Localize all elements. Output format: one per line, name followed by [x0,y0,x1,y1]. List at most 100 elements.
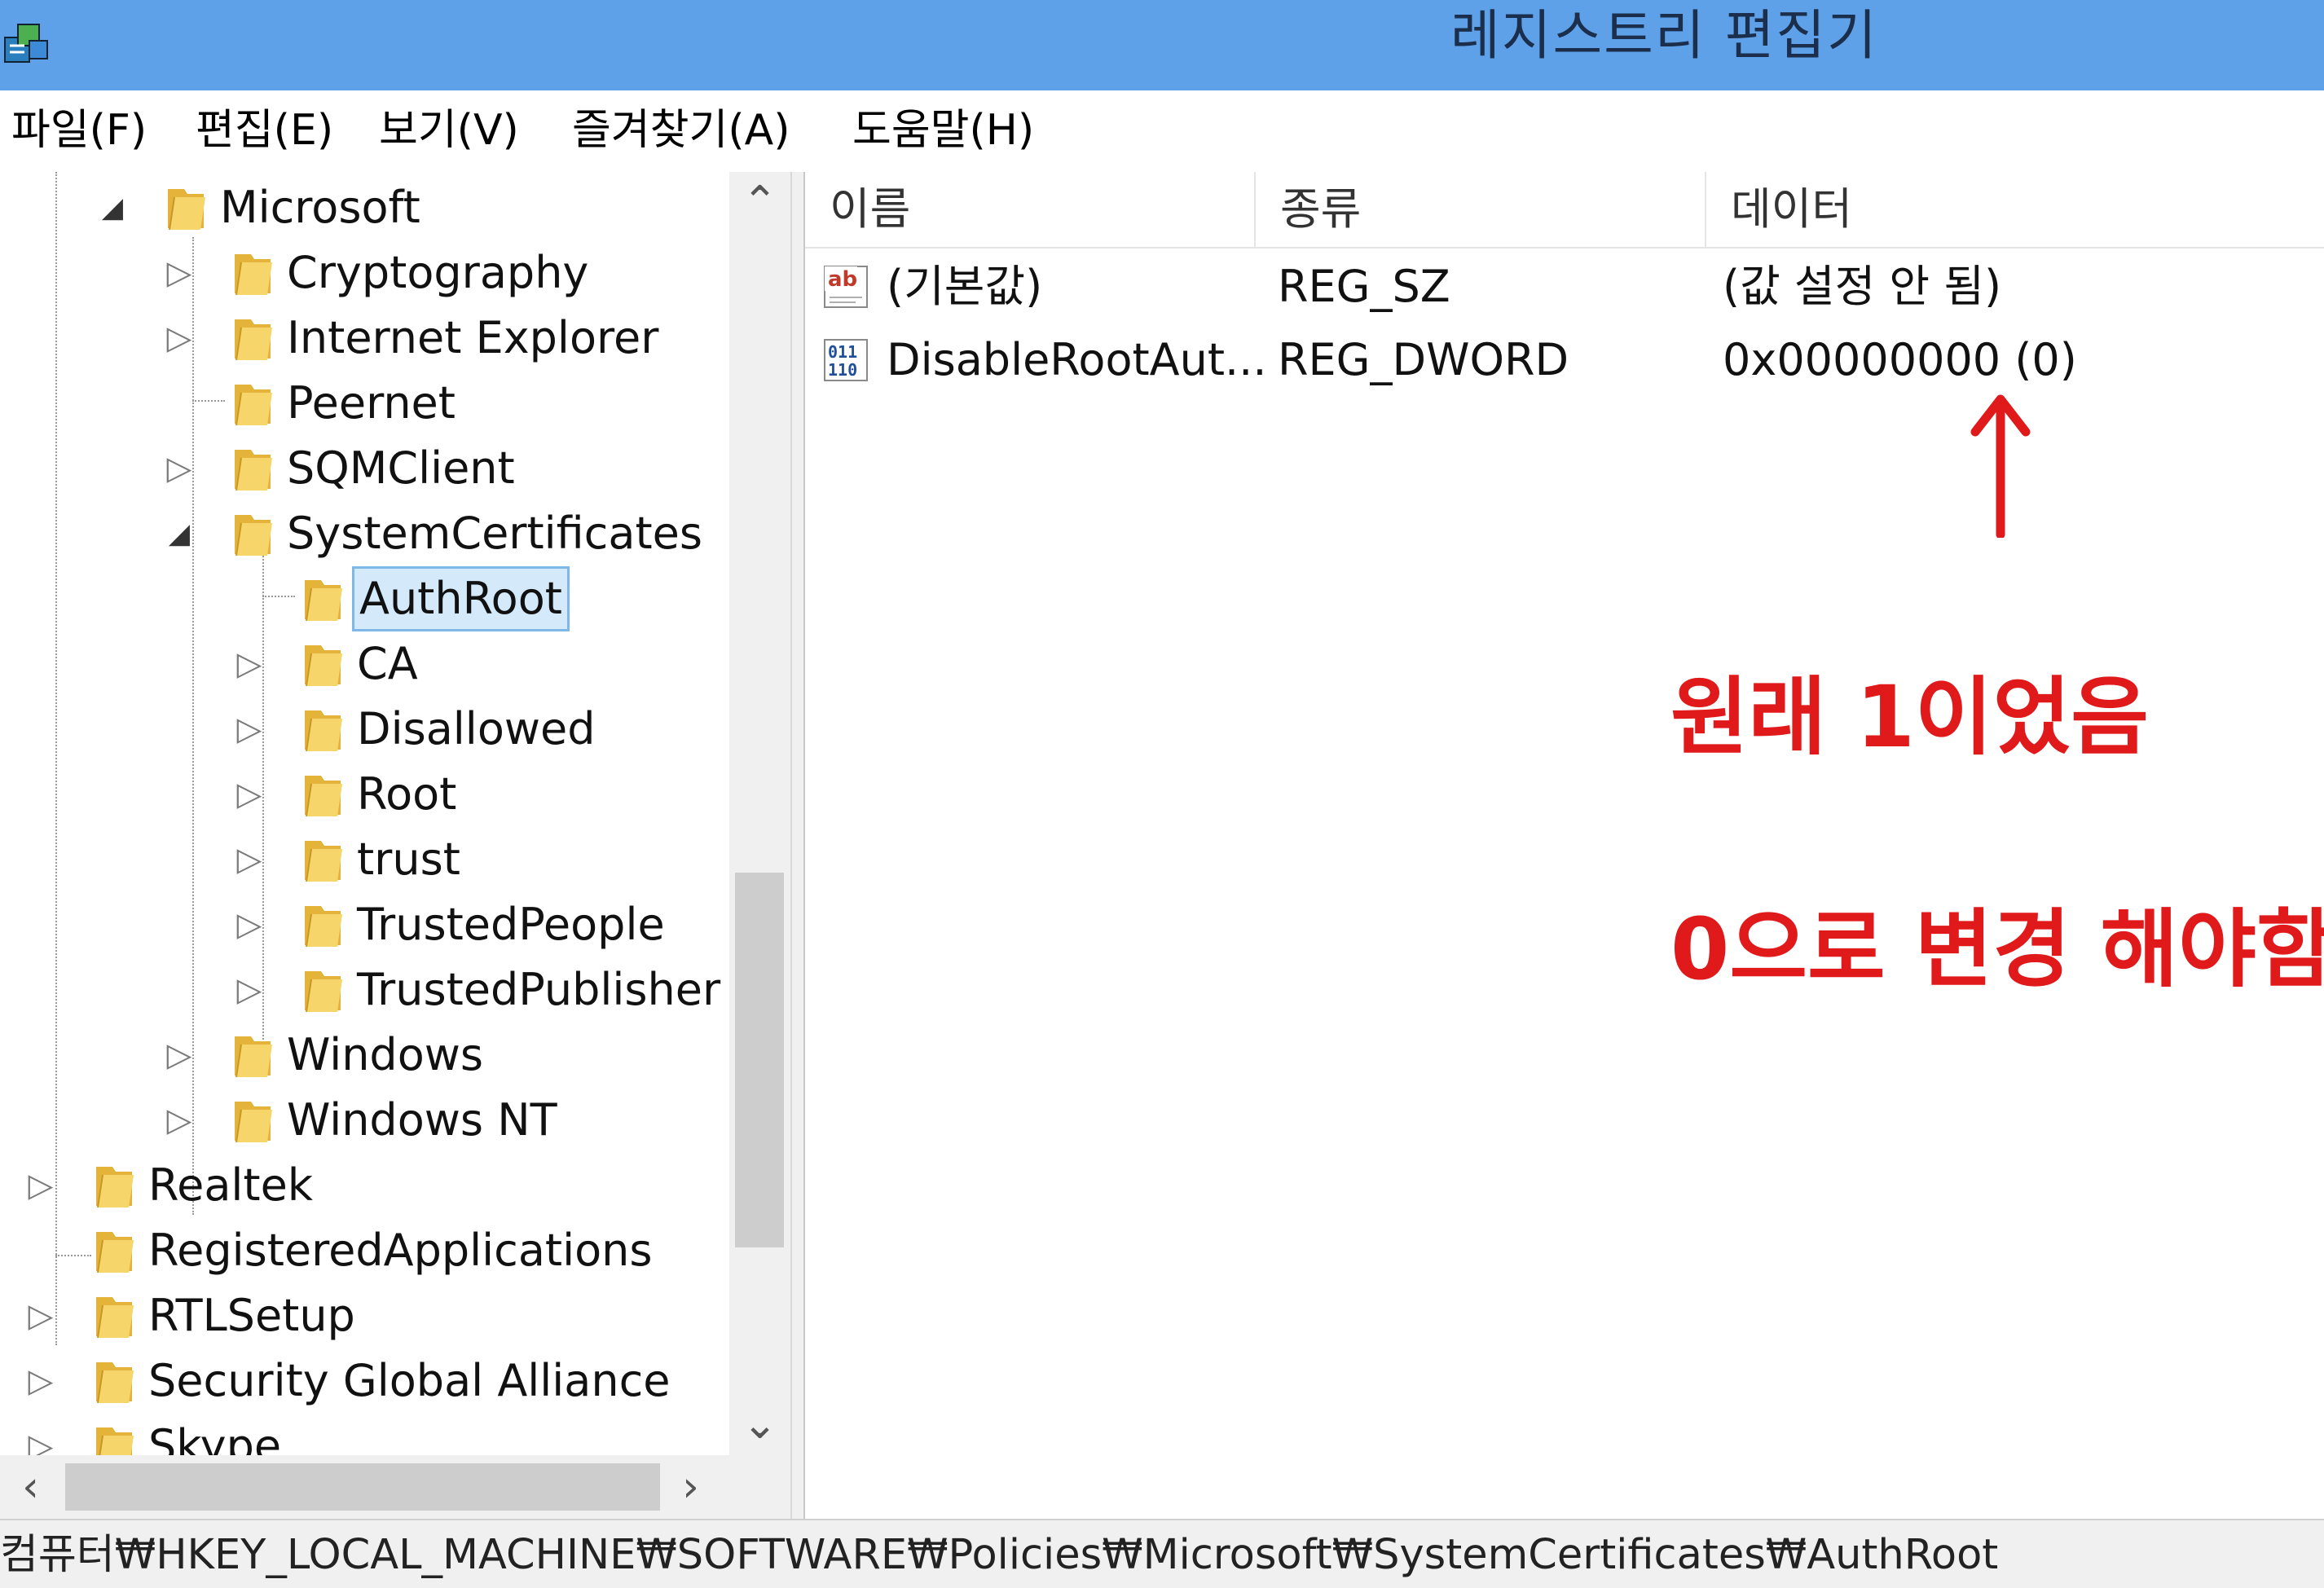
folder-icon [235,385,272,426]
tree-item-trustedpeople[interactable]: ▷ TrustedPeople [0,892,729,957]
expand-icon[interactable]: ▷ [163,436,196,501]
scrollbar-corner [729,1455,790,1519]
scroll-right-icon[interactable]: › [660,1457,721,1518]
tree-item-microsoft[interactable]: ◢ Microsoft [0,175,729,240]
tree-item-label: Security Global Alliance [148,1355,671,1406]
collapse-icon[interactable]: ◢ [163,501,196,566]
tree-item-label: Root [357,768,457,820]
folder-icon [305,710,342,752]
value-type: REG_DWORD [1278,334,1569,385]
scroll-left-icon[interactable]: ‹ [0,1457,61,1518]
expand-icon[interactable]: ▷ [233,631,266,697]
value-row-default[interactable]: ab (기본값) REG_SZ (값 설정 안 됨) [805,250,2324,323]
folder-icon [305,580,342,622]
tree-item-label: Disallowed [357,703,596,754]
folder-icon [96,1362,134,1404]
scrollbar-thumb[interactable] [65,1463,660,1511]
menu-favorites[interactable]: 즐겨찾기(A) [572,102,790,159]
tree-item-ca[interactable]: ▷ CA [0,631,729,697]
string-value-icon: ab [824,266,868,308]
title-bar: 레지스트리 편집기 [0,0,2324,90]
value-row-disablerootautoupdate[interactable]: 011 110 DisableRootAut... REG_DWORD 0x00… [805,323,2324,397]
expand-icon[interactable]: ▷ [233,762,266,827]
tree-item-windows-nt[interactable]: ▷ Windows NT [0,1088,729,1153]
tree-item-label: Microsoft [220,182,420,233]
key-tree: ◢ Microsoft ▷ Cryptography ▷ Internet Explore… [0,172,729,1455]
folder-icon [305,971,342,1013]
svg-text:011: 011 [828,342,857,362]
tree-item-label: Realtek [148,1159,314,1211]
tree-vertical-scrollbar[interactable]: ⌃ ⌄ [729,172,790,1455]
tree-item-label: TrustedPeople [357,899,665,950]
svg-text:ab: ab [828,267,857,292]
scroll-down-icon[interactable]: ⌄ [729,1394,790,1455]
annotation-change-instruction: 0으로 변경 해야함 [1670,900,2324,999]
menu-edit[interactable]: 편집(E) [196,102,333,159]
column-name[interactable]: 이름 [805,172,1256,247]
tree-item-registeredapplications[interactable]: RegisteredApplications [0,1218,729,1283]
expand-icon[interactable]: ▷ [233,957,266,1023]
tree-item-peernet[interactable]: Peernet [0,371,729,436]
tree-item-sqmclient[interactable]: ▷ SQMClient [0,436,729,501]
tree-item-disallowed[interactable]: ▷ Disallowed [0,697,729,762]
tree-item-rtlsetup[interactable]: ▷ RTLSetup [0,1283,729,1348]
expand-icon[interactable]: ▷ [163,306,196,371]
tree-item-internet-explorer[interactable]: ▷ Internet Explorer [0,306,729,371]
tree-item-label: Windows NT [287,1094,557,1146]
folder-icon [96,1167,134,1208]
folder-icon [235,1036,272,1078]
tree-item-trust[interactable]: ▷ trust [0,827,729,892]
tree-item-cryptography[interactable]: ▷ Cryptography [0,240,729,306]
column-data[interactable]: 데이터 [1706,172,2324,247]
expand-icon[interactable]: ▷ [163,1088,196,1153]
folder-icon [235,254,272,296]
expand-icon[interactable]: ▷ [233,697,266,762]
tree-item-label: CA [357,638,418,689]
expand-icon[interactable]: ▷ [24,1283,57,1348]
folder-icon [305,776,342,817]
tree-item-authroot[interactable]: AuthRoot [0,566,729,631]
registry-editor-icon [4,24,48,63]
folder-icon [305,906,342,948]
key-tree-pane: ◢ Microsoft ▷ Cryptography ▷ Internet Explore… [0,172,790,1519]
tree-item-label: Windows [287,1029,484,1080]
tree-item-label: Peernet [287,377,456,429]
tree-item-realtek[interactable]: ▷ Realtek [0,1153,729,1218]
values-list-pane: 이름 종류 데이터 ab (기본값) REG_SZ (값 설정 안 됨) 011… [805,172,2324,1519]
expand-icon[interactable]: ▷ [163,240,196,306]
tree-item-label: Skype [148,1420,282,1455]
scroll-up-icon[interactable]: ⌃ [729,172,790,233]
expand-icon[interactable]: ▷ [163,1023,196,1088]
tree-item-security-global-alliance[interactable]: ▷ Security Global Alliance [0,1348,729,1414]
menu-help[interactable]: 도움말(H) [852,102,1034,159]
tree-item-label: Internet Explorer [287,312,659,363]
svg-text:110: 110 [828,360,857,380]
expand-icon[interactable]: ▷ [233,827,266,892]
list-header: 이름 종류 데이터 [805,172,2324,249]
menu-view[interactable]: 보기(V) [379,102,519,159]
collapse-icon[interactable]: ◢ [96,175,129,240]
tree-item-skype[interactable]: ▷ Skype [0,1414,729,1455]
window-title: 레지스트리 편집기 [1450,4,1878,67]
folder-icon [235,450,272,491]
status-bar: 컴퓨터₩HKEY_LOCAL_MACHINE₩SOFTWARE₩Policies… [0,1519,2324,1588]
pane-splitter[interactable] [790,172,805,1519]
tree-item-label: trust [357,834,460,885]
folder-icon [235,319,272,361]
expand-icon[interactable]: ▷ [24,1348,57,1414]
tree-item-systemcertificates[interactable]: ◢ SystemCertificates [0,501,729,566]
value-name: DisableRootAut... [887,334,1267,385]
annotation-arrow-icon [1970,394,2031,538]
menu-file[interactable]: 파일(F) [11,102,147,159]
tree-item-windows[interactable]: ▷ Windows [0,1023,729,1088]
folder-icon [305,841,342,882]
expand-icon[interactable]: ▷ [24,1414,57,1455]
tree-item-trustedpublisher[interactable]: ▷ TrustedPublisher [0,957,729,1023]
tree-horizontal-scrollbar[interactable]: ‹ › [0,1455,729,1519]
expand-icon[interactable]: ▷ [24,1153,57,1218]
column-type[interactable]: 종류 [1256,172,1706,247]
value-data: 0x00000000 (0) [1723,334,2077,385]
expand-icon[interactable]: ▷ [233,892,266,957]
scrollbar-thumb[interactable] [735,873,784,1247]
tree-item-root[interactable]: ▷ Root [0,762,729,827]
